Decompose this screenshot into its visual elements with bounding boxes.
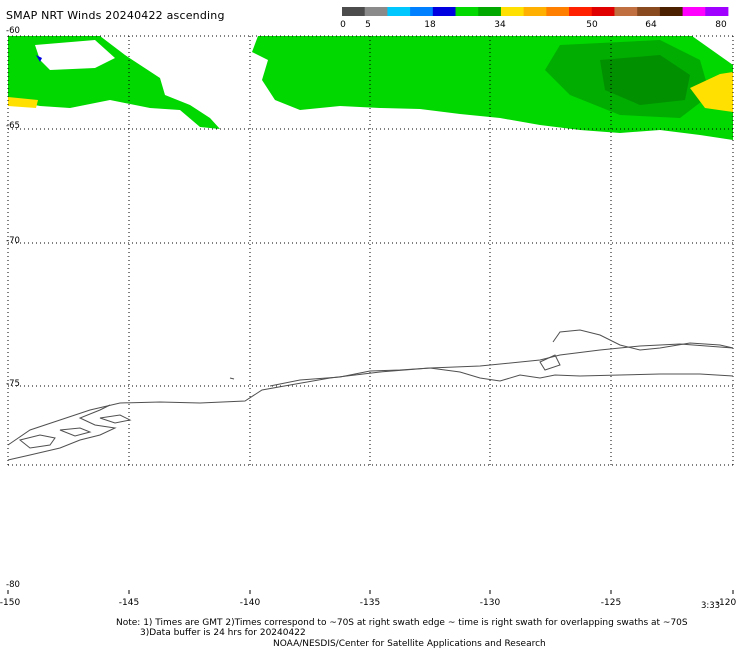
colorbar-segment	[500, 7, 525, 16]
colorbar-segment	[387, 7, 411, 16]
colorbar-segment	[364, 7, 388, 16]
colorbar-segment	[569, 7, 593, 16]
colorbar-segment	[342, 7, 366, 16]
lat-label-60: -60	[6, 26, 20, 36]
lon-label-125: -125	[600, 598, 622, 608]
colorbar-segment	[455, 7, 479, 16]
colorbar	[342, 7, 729, 16]
time-label: 3:33	[701, 601, 721, 611]
colorbar-segment	[682, 7, 706, 16]
wind-map	[7, 7, 734, 594]
note-line-2: 3)Data buffer is 24 hrs for 20240422	[140, 628, 306, 638]
note-line-3: NOAA/NESDIS/Center for Satellite Applica…	[273, 639, 546, 649]
colorbar-segment	[546, 7, 570, 16]
colorbar-segment	[478, 7, 502, 16]
lat-label-75: -75	[6, 379, 20, 389]
lon-label-150: -150	[0, 598, 21, 608]
colorbar-segment	[591, 7, 615, 16]
colorbar-segment	[410, 7, 434, 16]
colorbar-segment	[614, 7, 638, 16]
lon-label-135: -135	[359, 598, 381, 608]
colorbar-segment	[705, 7, 729, 16]
colorbar-segment	[637, 7, 661, 16]
colorbar-segment	[659, 7, 683, 16]
lat-label-80: -80	[6, 580, 20, 590]
lon-label-145: -145	[118, 598, 140, 608]
colorbar-segment	[432, 7, 456, 16]
lon-label-130: -130	[479, 598, 501, 608]
colorbar-segment	[523, 7, 547, 16]
lon-label-140: -140	[239, 598, 261, 608]
lat-label-65: -65	[6, 121, 20, 131]
lat-label-70: -70	[6, 236, 20, 246]
